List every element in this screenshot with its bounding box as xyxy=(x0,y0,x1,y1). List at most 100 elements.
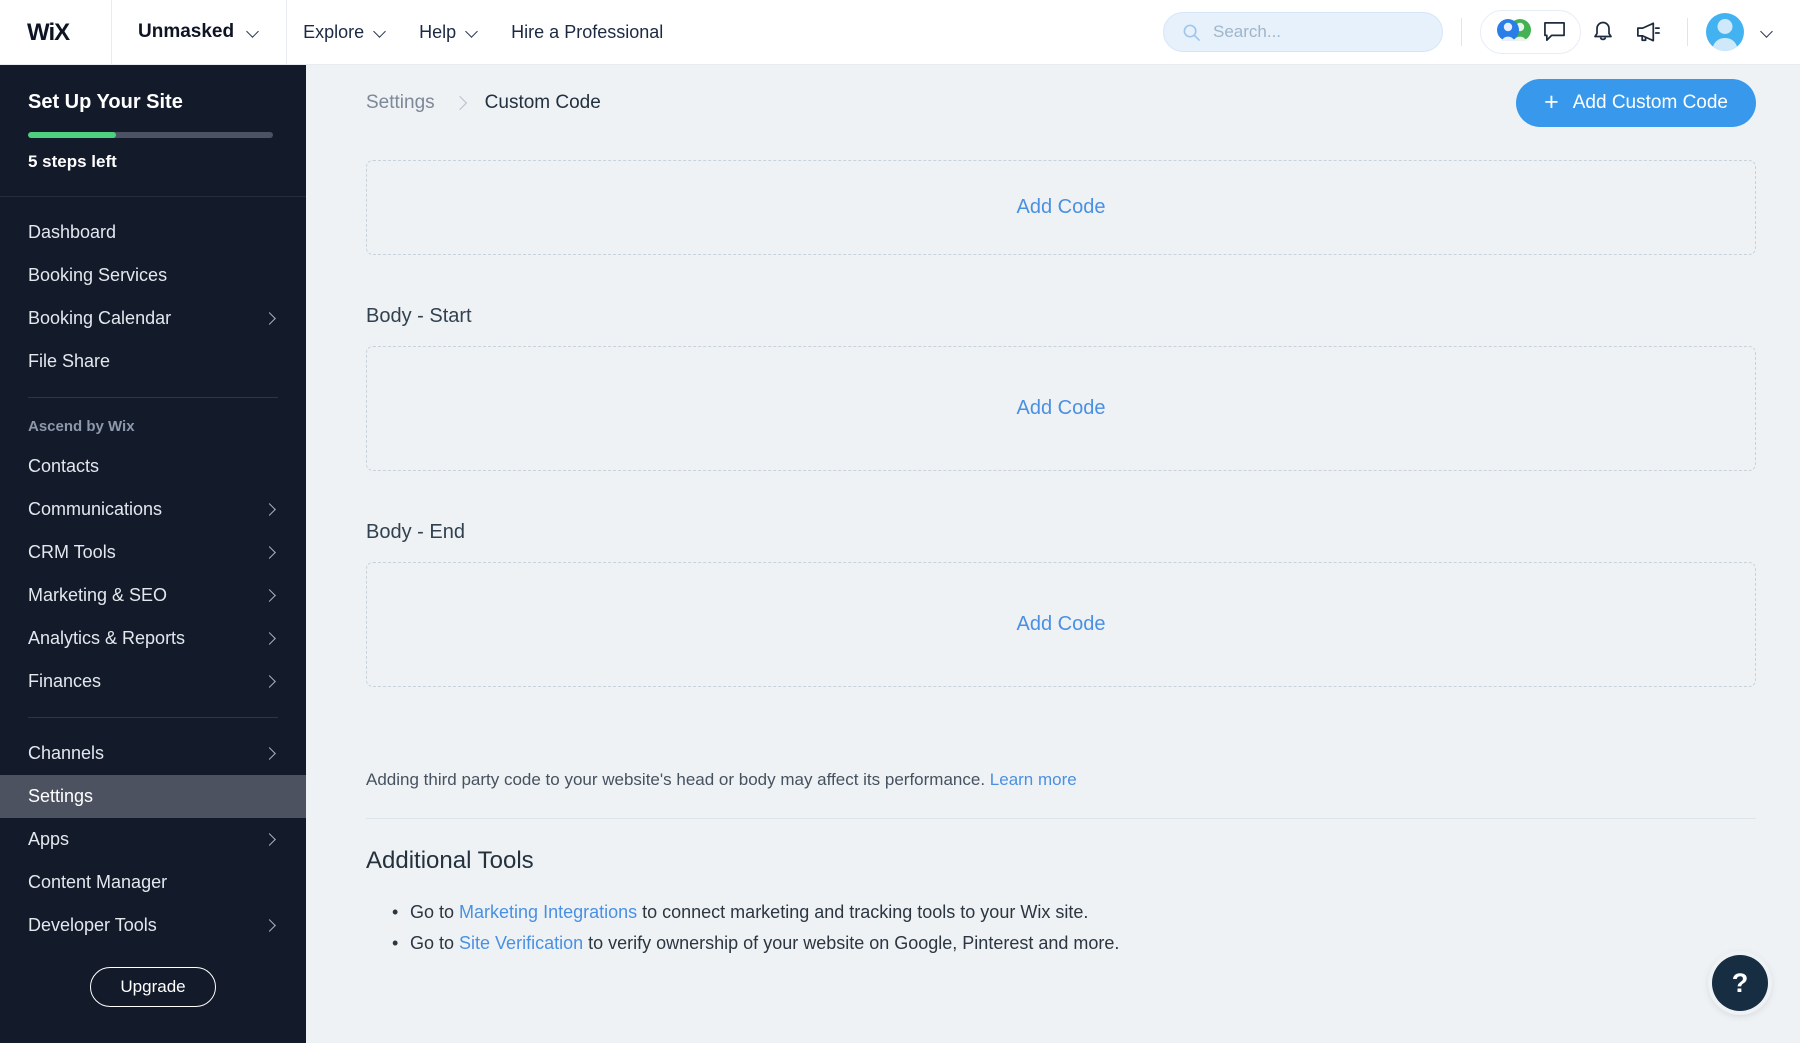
header-divider-2 xyxy=(1687,18,1688,46)
list-item: Go to Marketing Integrations to connect … xyxy=(366,897,1756,929)
breadcrumb-custom-code: Custom Code xyxy=(484,91,601,113)
sidebar-label: Developer Tools xyxy=(28,915,157,935)
sidebar-item-channels[interactable]: Channels xyxy=(0,732,306,775)
sidebar-group-label-ascend: Ascend by Wix xyxy=(28,418,135,435)
breadcrumb: Settings Custom Code + Add Custom Code xyxy=(306,65,1800,140)
sidebar-label: Dashboard xyxy=(28,222,117,242)
sidebar-item-booking-services[interactable]: Booking Services xyxy=(0,254,306,297)
sidebar-label: Apps xyxy=(28,829,70,849)
sidebar-item-developer-tools[interactable]: Developer Tools xyxy=(0,904,306,947)
main-content: Head Add Code Body - Start Add Code Body… xyxy=(306,65,1800,1043)
megaphone-icon xyxy=(1636,22,1660,42)
site-selector[interactable]: Unmasked xyxy=(112,0,288,65)
add-custom-code-label: Add Custom Code xyxy=(1572,91,1728,113)
add-code-link: Add Code xyxy=(1016,613,1106,635)
sidebar-divider-2 xyxy=(28,717,278,718)
sidebar-label: Channels xyxy=(28,743,105,763)
search-placeholder: Search... xyxy=(1213,22,1282,41)
sidebar-item-file-share[interactable]: File Share xyxy=(0,340,306,383)
list-item: Go to Site Verification to verify owners… xyxy=(366,928,1756,960)
tool-prefix: Go to xyxy=(410,933,460,953)
sidebar: Set Up Your Site 5 steps left Dashboard … xyxy=(0,65,306,1043)
add-code-dropzone-body-end[interactable]: Add Code xyxy=(366,562,1756,687)
upgrade-button[interactable]: Upgrade xyxy=(90,967,216,1007)
sidebar-label: Marketing & SEO xyxy=(28,585,168,605)
wix-logo[interactable]: WiX xyxy=(0,0,112,65)
sidebar-item-apps[interactable]: Apps xyxy=(0,818,306,861)
site-name: Unmasked xyxy=(138,21,235,42)
nav-item-hire-a-professional[interactable]: Hire a Professional xyxy=(495,0,679,65)
marketing-integrations-link[interactable]: Marketing Integrations xyxy=(459,902,637,922)
sidebar-item-contacts[interactable]: Contacts xyxy=(0,445,306,488)
header-divider xyxy=(1461,18,1462,46)
sidebar-item-settings[interactable]: Settings xyxy=(0,775,306,818)
setup-progress-fill xyxy=(28,132,117,138)
additional-tools-list: Go to Marketing Integrations to connect … xyxy=(366,897,1756,960)
section-label-body-end: Body - End xyxy=(366,521,465,543)
section-body-start: Body - Start Add Code xyxy=(366,305,1756,471)
bell-icon xyxy=(1594,21,1612,40)
sidebar-label: Settings xyxy=(28,786,94,806)
top-header: WiX Unmasked Explore Help Hire a Profess… xyxy=(0,0,1800,65)
nav-item-explore[interactable]: Explore xyxy=(287,0,403,65)
sidebar-item-analytics-and-reports[interactable]: Analytics & Reports xyxy=(0,617,306,660)
nav-label-explore: Explore xyxy=(303,21,365,42)
setup-progress-bar xyxy=(28,132,273,138)
chevron-right-icon xyxy=(264,503,278,517)
wix-logo-icon: WiX xyxy=(27,20,71,44)
chevron-right-icon xyxy=(264,675,278,689)
content-divider xyxy=(366,817,1756,819)
scroll-area[interactable]: Head Add Code Body - Start Add Code Body… xyxy=(306,65,1800,1043)
breadcrumb-settings[interactable]: Settings xyxy=(366,92,435,114)
add-code-dropzone-body-start[interactable]: Add Code xyxy=(366,346,1756,471)
sidebar-label: Communications xyxy=(28,499,163,519)
nav-label-hire: Hire a Professional xyxy=(511,21,664,42)
sidebar-item-crm-tools[interactable]: CRM Tools xyxy=(0,531,306,574)
setup-title: Set Up Your Site xyxy=(28,91,183,113)
chevron-right-icon xyxy=(455,98,465,108)
section-head: Add Code xyxy=(366,160,1756,255)
avatar[interactable] xyxy=(1706,13,1744,51)
add-code-link: Add Code xyxy=(1016,397,1106,419)
notifications-button[interactable] xyxy=(1581,10,1625,54)
chevron-right-icon xyxy=(264,546,278,560)
announcements-button[interactable] xyxy=(1625,10,1669,54)
tool-prefix: Go to xyxy=(410,901,460,922)
help-button[interactable]: ? xyxy=(1712,955,1768,1011)
chat-bubble-icon xyxy=(1544,22,1565,41)
performance-note: Adding third party code to your website'… xyxy=(366,767,1756,793)
sidebar-label: File Share xyxy=(28,351,111,371)
sidebar-item-finances[interactable]: Finances xyxy=(0,660,306,703)
nav-item-help[interactable]: Help xyxy=(403,0,495,65)
contacts-chat-pill[interactable] xyxy=(1480,10,1581,54)
chevron-right-icon xyxy=(264,747,278,761)
sidebar-nav: Dashboard Booking Services Booking Calen… xyxy=(0,197,306,947)
additional-tools-title: Additional Tools xyxy=(366,846,534,874)
chevron-right-icon xyxy=(264,312,278,326)
sidebar-label: Contacts xyxy=(28,456,100,476)
search-input[interactable]: Search... xyxy=(1163,12,1443,52)
sidebar-item-dashboard[interactable]: Dashboard xyxy=(0,211,306,254)
performance-note-text: Adding third party code to your website'… xyxy=(366,770,986,789)
chevron-right-icon xyxy=(264,632,278,646)
sidebar-item-booking-calendar[interactable]: Booking Calendar xyxy=(0,297,306,340)
add-code-dropzone-head[interactable]: Add Code xyxy=(366,160,1756,255)
sidebar-label: CRM Tools xyxy=(28,542,116,562)
add-custom-code-button[interactable]: + Add Custom Code xyxy=(1516,78,1756,127)
tool-suffix: to connect marketing and tracking tools … xyxy=(637,901,1089,922)
chevron-down-icon xyxy=(375,26,387,38)
sidebar-item-marketing-and-seo[interactable]: Marketing & SEO xyxy=(0,574,306,617)
site-verification-link[interactable]: Site Verification xyxy=(459,933,583,953)
sidebar-label: Finances xyxy=(28,671,102,691)
add-code-link: Add Code xyxy=(1016,196,1106,218)
sidebar-item-communications[interactable]: Communications xyxy=(0,488,306,531)
learn-more-link[interactable]: Learn more xyxy=(990,770,1077,789)
contacts-icon xyxy=(1497,19,1531,41)
sidebar-item-content-manager[interactable]: Content Manager xyxy=(0,861,306,904)
chevron-right-icon xyxy=(264,589,278,603)
account-chevron-down-icon[interactable] xyxy=(1762,26,1774,38)
section-label-body-start: Body - Start xyxy=(366,305,472,327)
setup-your-site-panel[interactable]: Set Up Your Site 5 steps left xyxy=(0,65,306,197)
svg-text:WiX: WiX xyxy=(27,20,70,44)
section-body-end: Body - End Add Code xyxy=(366,521,1756,687)
